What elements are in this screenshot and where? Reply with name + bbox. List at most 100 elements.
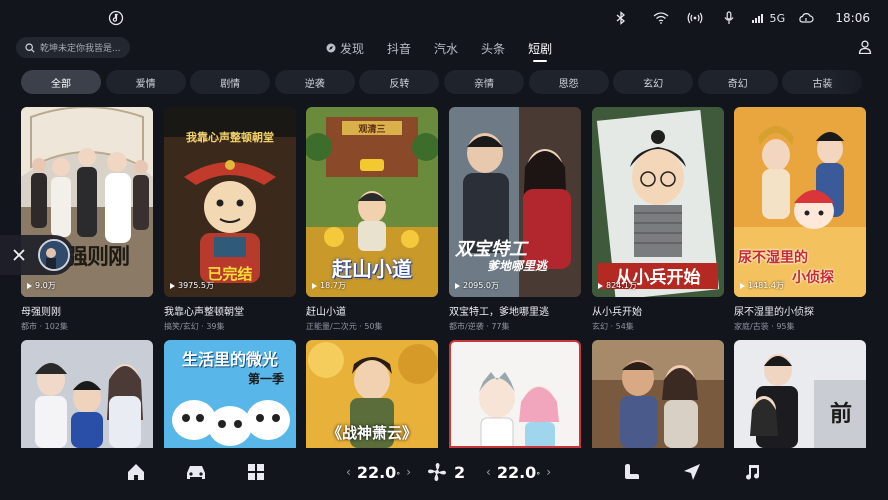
chip-twist[interactable]: 反转 xyxy=(359,70,440,94)
poster-subtitle: 爹地哪里逃 xyxy=(487,259,548,273)
poster-title: 我靠心声整顿朝堂 xyxy=(186,131,274,144)
view-count: 18.7万 xyxy=(312,280,346,291)
drama-title: 双宝特工，爹地哪里逃 xyxy=(449,307,549,318)
drama-card[interactable]: 《战神萧云》 xyxy=(306,340,438,448)
poster-image: 尿不湿里的 小侦探 1481.4万 xyxy=(734,107,866,297)
car-icon[interactable] xyxy=(184,461,208,483)
view-count-text: 9.0万 xyxy=(35,281,56,290)
bottom-dock: ‹ 22.0° › 2 ‹ 22.0° › xyxy=(0,449,888,500)
poster-title: 《战神萧云》 xyxy=(326,424,417,442)
user-icon[interactable] xyxy=(858,40,872,54)
drama-card[interactable]: 前 xyxy=(734,340,866,448)
microphone-icon[interactable] xyxy=(718,10,740,26)
drama-meta: 家庭/古装 · 95集 xyxy=(734,322,795,331)
drama-card[interactable] xyxy=(592,340,724,448)
play-icon xyxy=(598,282,603,289)
apps-grid-icon[interactable] xyxy=(246,461,266,483)
view-count: 2095.0万 xyxy=(455,280,499,291)
drama-title: 我靠心声整顿朝堂 xyxy=(164,307,244,318)
temp-increase-icon[interactable]: › xyxy=(406,465,411,479)
status-bar: 5G 18:06 xyxy=(0,0,888,36)
poster-image: 双宝特工 爹地哪里逃 2095.0万 xyxy=(449,107,581,297)
poster-image: 前 xyxy=(734,340,866,448)
poster-image: 从小兵开始 824.1万 xyxy=(592,107,724,297)
drama-card[interactable] xyxy=(21,340,153,448)
play-icon xyxy=(312,282,317,289)
drama-meta: 正能量/二次元 · 50集 xyxy=(306,322,383,331)
temp-value: 22.0° xyxy=(497,463,540,482)
chip-family[interactable]: 亲情 xyxy=(443,70,524,94)
driver-temperature[interactable]: ‹ 22.0° › xyxy=(340,461,417,483)
chip-xuanhuan[interactable]: 玄幻 xyxy=(613,70,694,94)
seat-icon[interactable] xyxy=(622,461,642,483)
poster-image: 我靠心声整顿朝堂 已完结 3975.5万 xyxy=(164,107,296,297)
chip-romance[interactable]: 爱情 xyxy=(105,70,186,94)
drama-meta: 都市/逆袭 · 77集 xyxy=(449,322,510,331)
tab-qishui[interactable]: 汽水 xyxy=(434,40,458,57)
hotspot-icon[interactable] xyxy=(684,10,706,26)
passenger-temperature[interactable]: ‹ 22.0° › xyxy=(480,461,557,483)
chip-all[interactable]: 全部 xyxy=(21,70,101,94)
poster-title: 生活里的微光 xyxy=(181,350,278,369)
view-count-text: 18.7万 xyxy=(320,281,346,290)
cloud-icon[interactable] xyxy=(795,10,817,26)
search-input[interactable]: 乾坤未定你我皆是... xyxy=(16,37,130,58)
poster-title: 前 xyxy=(829,402,852,427)
temp-increase-icon[interactable]: › xyxy=(546,465,551,479)
drama-title: 母强则刚 xyxy=(21,307,61,318)
degree-icon: ° xyxy=(536,470,541,480)
home-icon[interactable] xyxy=(126,461,146,483)
temp-decrease-icon[interactable]: ‹ xyxy=(486,465,491,479)
poster-image: 观清三 赶山小道 18.7万 xyxy=(306,107,438,297)
drama-card[interactable]: 生活里的微光 第一季 xyxy=(164,340,296,448)
drama-title: 赶山小道 xyxy=(306,307,346,318)
navigation-icon[interactable] xyxy=(682,461,702,483)
poster-image xyxy=(449,340,581,448)
chip-fantasy[interactable]: 奇幻 xyxy=(697,70,778,94)
signal-indicator: 5G xyxy=(752,12,785,25)
play-icon xyxy=(740,282,745,289)
tab-toutiao[interactable]: 头条 xyxy=(481,40,505,57)
temp-right-value: 22.0 xyxy=(496,462,537,482)
poster-title: 赶山小道 xyxy=(332,257,412,281)
chip-grudge[interactable]: 恩怨 xyxy=(528,70,609,94)
drama-card[interactable]: 从小兵开始 824.1万 从小兵开始 玄幻 · 54集 xyxy=(592,107,724,332)
bluetooth-icon[interactable] xyxy=(610,10,632,26)
drama-meta: 玄幻 · 54集 xyxy=(592,322,634,331)
tab-douyin[interactable]: 抖音 xyxy=(387,40,411,57)
fan-icon xyxy=(428,463,446,481)
music-note-icon[interactable] xyxy=(108,10,124,26)
clock-time: 18:06 xyxy=(835,11,870,25)
tab-label: 汽水 xyxy=(434,41,459,56)
temp-decrease-icon[interactable]: ‹ xyxy=(346,465,351,479)
music-icon[interactable] xyxy=(742,461,762,483)
drama-card[interactable] xyxy=(449,340,581,448)
drama-card[interactable]: 母强则刚 9.0万 母强则刚 都市 · 102集 xyxy=(21,107,153,332)
poster-image xyxy=(592,340,724,448)
poster-image: 《战神萧云》 xyxy=(306,340,438,448)
close-icon xyxy=(13,249,25,261)
drama-card[interactable]: 观清三 赶山小道 18.7万 赶山小道 正能量/二次元 · 50集 xyxy=(306,107,438,332)
view-count: 3975.5万 xyxy=(170,280,214,291)
wifi-icon[interactable] xyxy=(650,10,672,26)
drama-card[interactable]: 尿不湿里的 小侦探 1481.4万 尿不湿里的小侦探 家庭/古装 · 95集 xyxy=(734,107,866,332)
tab-discover[interactable]: 发现 xyxy=(326,40,364,57)
search-icon xyxy=(25,42,35,53)
search-placeholder: 乾坤未定你我皆是... xyxy=(40,44,121,54)
close-button[interactable] xyxy=(0,235,38,275)
poster-image xyxy=(21,340,153,448)
tab-label: 发现 xyxy=(340,41,365,56)
tab-label: 短剧 xyxy=(528,41,553,56)
tab-short-drama[interactable]: 短剧 xyxy=(528,40,553,62)
fan-control[interactable]: 2 xyxy=(426,461,465,483)
temp-left-value: 22.0 xyxy=(356,462,397,482)
drama-card[interactable]: 我靠心声整顿朝堂 已完结 3975.5万 我靠心声整顿朝堂 搞笑/玄幻 · 39… xyxy=(164,107,296,332)
genre-chips: 全部 爱情 剧情 逆袭 反转 亲情 恩怨 玄幻 奇幻 古装 xyxy=(21,70,867,94)
poster-sign: 观清三 xyxy=(358,125,386,135)
mini-player[interactable] xyxy=(0,235,74,275)
mini-player-thumbnail[interactable] xyxy=(38,239,70,271)
network-type: 5G xyxy=(769,11,786,25)
chip-comeback[interactable]: 逆袭 xyxy=(274,70,355,94)
chip-drama[interactable]: 剧情 xyxy=(190,70,271,94)
drama-card[interactable]: 双宝特工 爹地哪里逃 2095.0万 双宝特工，爹地哪里逃 都市/逆袭 · 77… xyxy=(449,107,581,332)
